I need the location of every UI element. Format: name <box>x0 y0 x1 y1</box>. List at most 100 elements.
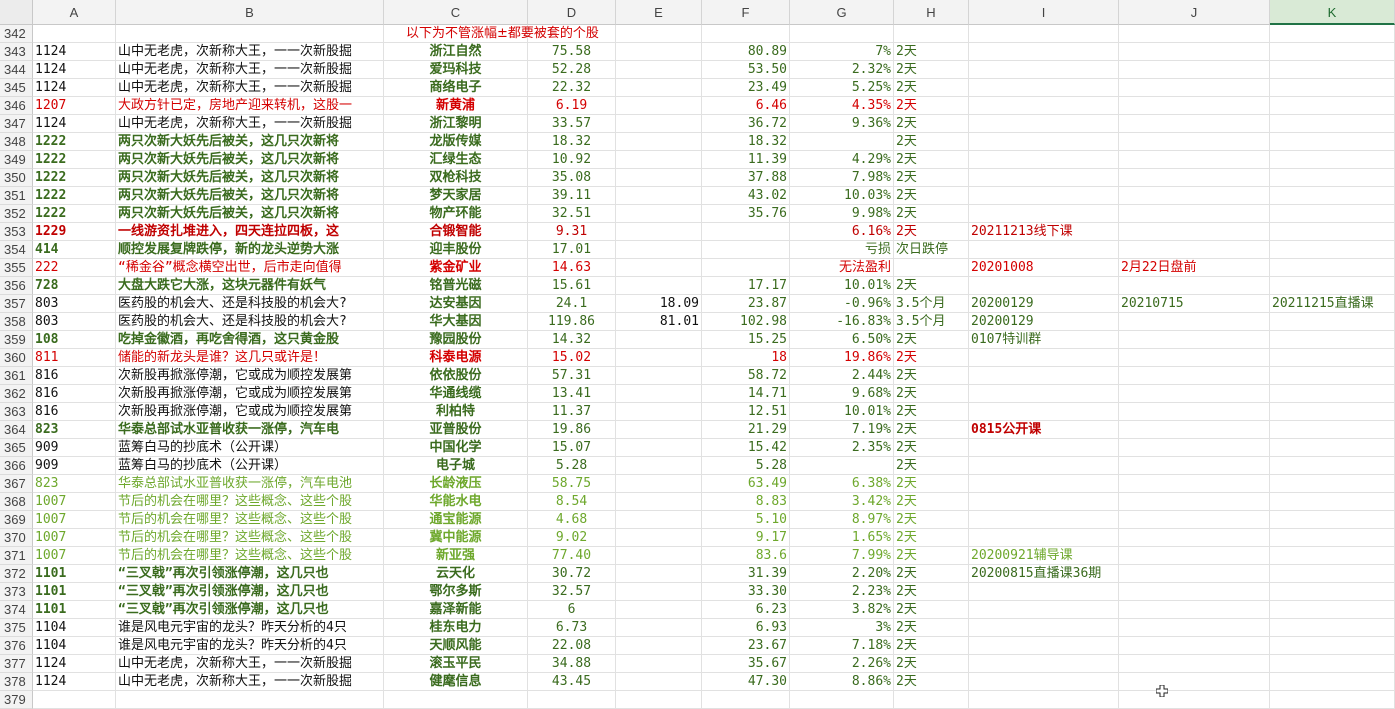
cell-g[interactable]: 2.32% <box>790 61 894 79</box>
row-header[interactable]: 369 <box>0 511 33 529</box>
cell-e[interactable] <box>616 133 702 151</box>
cell-j[interactable] <box>1119 529 1270 547</box>
cell-f[interactable]: 23.87 <box>702 295 790 313</box>
cell-k[interactable] <box>1270 331 1395 349</box>
cell-b[interactable]: 蓝筹白马的抄底术（公开课） <box>116 439 384 457</box>
cell-k[interactable] <box>1270 547 1395 565</box>
cell-a[interactable]: 909 <box>33 439 116 457</box>
cell-k[interactable] <box>1270 277 1395 295</box>
cell-c[interactable]: 中国化学 <box>384 439 528 457</box>
cell-i[interactable] <box>969 385 1119 403</box>
cell-k[interactable] <box>1270 601 1395 619</box>
cell-a[interactable]: 1222 <box>33 205 116 223</box>
cell-j[interactable] <box>1119 493 1270 511</box>
cell-g[interactable]: 6.16% <box>790 223 894 241</box>
cell-j[interactable] <box>1119 151 1270 169</box>
cell-b[interactable]: 次新股再掀涨停潮，它或成为顺控发展第 <box>116 385 384 403</box>
cell-d[interactable]: 43.45 <box>528 673 616 691</box>
cell-c[interactable]: 梦天家居 <box>384 187 528 205</box>
row-header[interactable]: 365 <box>0 439 33 457</box>
cell-d[interactable]: 15.61 <box>528 277 616 295</box>
cell-d[interactable]: 11.37 <box>528 403 616 421</box>
row-header[interactable]: 363 <box>0 403 33 421</box>
cell-f[interactable]: 9.17 <box>702 529 790 547</box>
cell-g[interactable]: 3.82% <box>790 601 894 619</box>
cell-j[interactable] <box>1119 637 1270 655</box>
cell-c[interactable]: 依依股份 <box>384 367 528 385</box>
cell-f[interactable]: 5.28 <box>702 457 790 475</box>
column-header-i[interactable]: I <box>969 0 1119 25</box>
cell-c[interactable]: 长龄液压 <box>384 475 528 493</box>
cell-g[interactable]: 8.97% <box>790 511 894 529</box>
cell-j[interactable] <box>1119 43 1270 61</box>
cell-g[interactable]: 2.23% <box>790 583 894 601</box>
cell-a[interactable] <box>33 691 116 709</box>
cell-d[interactable]: 5.28 <box>528 457 616 475</box>
cell-i[interactable] <box>969 133 1119 151</box>
cell-c[interactable]: 电子城 <box>384 457 528 475</box>
cell-e[interactable] <box>616 223 702 241</box>
cell-j[interactable] <box>1119 169 1270 187</box>
cell-a[interactable]: 1101 <box>33 601 116 619</box>
cell-d[interactable]: 9.31 <box>528 223 616 241</box>
cell-j[interactable] <box>1119 403 1270 421</box>
cell-b[interactable]: 山中无老虎，次新称大王，一一次新股掘 <box>116 79 384 97</box>
cell-h[interactable]: 3.5个月 <box>894 313 969 331</box>
cell-i[interactable] <box>969 205 1119 223</box>
cell-b[interactable]: 顺控发展复牌跌停，新的龙头逆势大涨 <box>116 241 384 259</box>
column-header-f[interactable]: F <box>702 0 790 25</box>
row-header[interactable]: 342 <box>0 25 33 43</box>
cell-e[interactable] <box>616 547 702 565</box>
cell-c[interactable]: 新黄浦 <box>384 97 528 115</box>
row-header[interactable]: 344 <box>0 61 33 79</box>
cell-b[interactable]: 山中无老虎，次新称大王，一一次新股掘 <box>116 43 384 61</box>
column-header-h[interactable]: H <box>894 0 969 25</box>
cell-f[interactable]: 23.49 <box>702 79 790 97</box>
cell-h[interactable]: 3.5个月 <box>894 295 969 313</box>
cell-i[interactable] <box>969 655 1119 673</box>
row-header[interactable]: 368 <box>0 493 33 511</box>
row-header[interactable]: 374 <box>0 601 33 619</box>
cell-h[interactable]: 2天 <box>894 187 969 205</box>
cell-k[interactable] <box>1270 223 1395 241</box>
cell-b[interactable]: “三叉戟”再次引领涨停潮，这几只也 <box>116 583 384 601</box>
cell-j[interactable] <box>1119 133 1270 151</box>
cell-i[interactable] <box>969 97 1119 115</box>
cell-e[interactable] <box>616 331 702 349</box>
cell-i[interactable] <box>969 601 1119 619</box>
cell-i[interactable]: 20211213线下课 <box>969 223 1119 241</box>
cell-h[interactable]: 2天 <box>894 493 969 511</box>
cell-h[interactable]: 2天 <box>894 655 969 673</box>
cell-j[interactable] <box>1119 439 1270 457</box>
row-header[interactable]: 378 <box>0 673 33 691</box>
cell-g[interactable]: 7.98% <box>790 169 894 187</box>
column-header-k[interactable]: K <box>1270 0 1395 25</box>
cell-g[interactable]: 10.03% <box>790 187 894 205</box>
cell-a[interactable]: 1124 <box>33 673 116 691</box>
cell-e[interactable] <box>616 511 702 529</box>
cell-d[interactable]: 24.1 <box>528 295 616 313</box>
cell-h[interactable]: 2天 <box>894 385 969 403</box>
cell-c[interactable]: 豫园股份 <box>384 331 528 349</box>
cell-i[interactable] <box>969 529 1119 547</box>
cell-j[interactable] <box>1119 673 1270 691</box>
cell-f[interactable]: 17.17 <box>702 277 790 295</box>
cell-j[interactable] <box>1119 421 1270 439</box>
cell-d[interactable]: 30.72 <box>528 565 616 583</box>
cell-j[interactable] <box>1119 457 1270 475</box>
cell-a[interactable]: 811 <box>33 349 116 367</box>
cell-c[interactable]: 达安基因 <box>384 295 528 313</box>
cell-d[interactable]: 13.41 <box>528 385 616 403</box>
cell-a[interactable]: 816 <box>33 385 116 403</box>
cell-h[interactable]: 2天 <box>894 205 969 223</box>
cell-k[interactable] <box>1270 457 1395 475</box>
cell-g[interactable]: 9.36% <box>790 115 894 133</box>
cell-h[interactable]: 2天 <box>894 61 969 79</box>
cell-g[interactable]: 4.29% <box>790 151 894 169</box>
cell-g[interactable]: 8.86% <box>790 673 894 691</box>
row-header[interactable]: 375 <box>0 619 33 637</box>
cell-f[interactable]: 33.30 <box>702 583 790 601</box>
cell-f[interactable]: 63.49 <box>702 475 790 493</box>
row-header[interactable]: 373 <box>0 583 33 601</box>
cell-f[interactable] <box>702 25 790 43</box>
